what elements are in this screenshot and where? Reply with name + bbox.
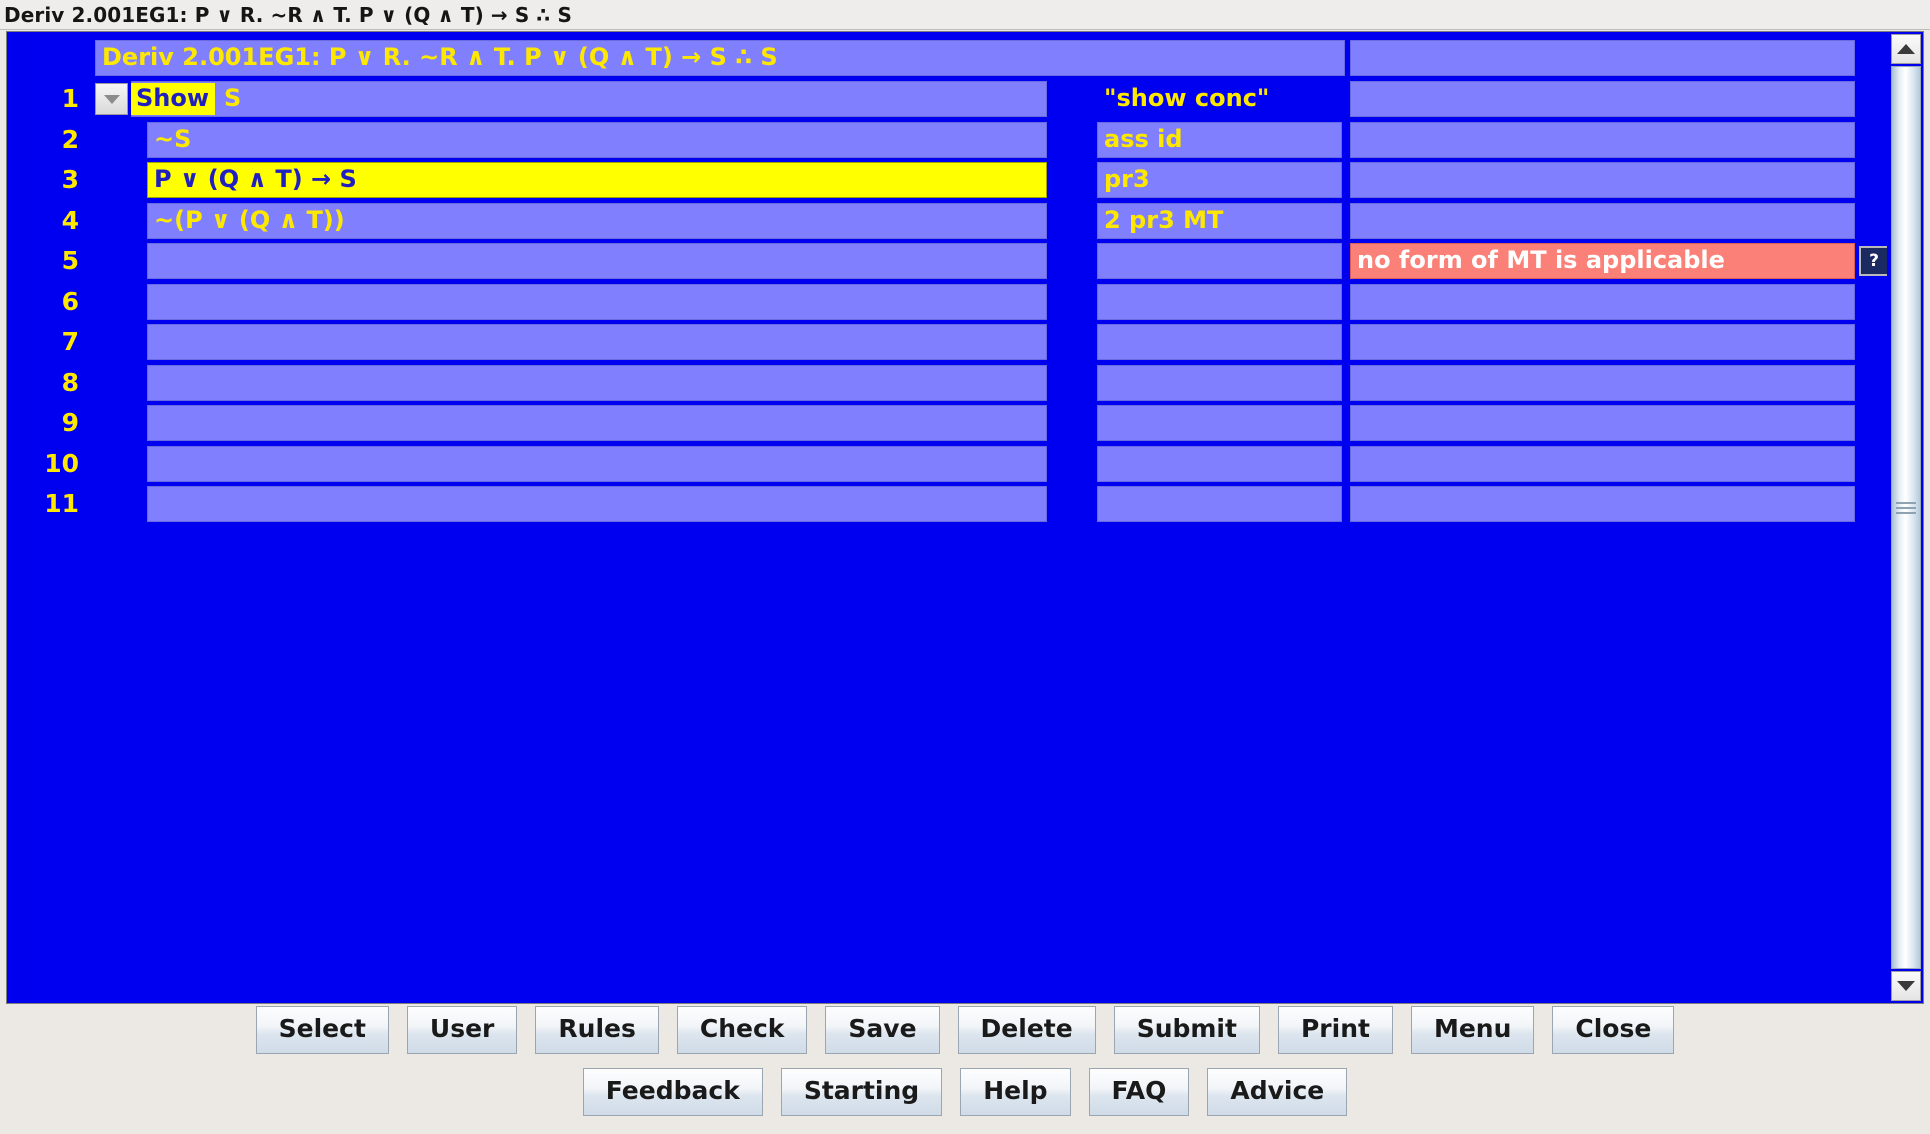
formula-field[interactable] bbox=[147, 486, 1047, 522]
formula-field[interactable]: ~(P ∨ (Q ∧ T)) bbox=[147, 202, 1047, 239]
proof-line-row: 1 S Show "show conc" bbox=[7, 81, 1887, 117]
delete-button[interactable]: Delete bbox=[957, 1006, 1096, 1054]
error-message: no form of MT is applicable bbox=[1350, 243, 1855, 279]
formula-field[interactable] bbox=[147, 445, 1047, 482]
justification-field[interactable] bbox=[1097, 243, 1342, 279]
justification-field[interactable] bbox=[1097, 364, 1342, 401]
triangle-up-icon bbox=[1897, 44, 1915, 54]
formula-field[interactable] bbox=[147, 243, 1047, 279]
proof-line-row: 4 ~(P ∨ (Q ∧ T)) 2 pr3 MT bbox=[7, 202, 1887, 239]
scroll-up-button[interactable] bbox=[1891, 34, 1921, 64]
chevron-down-icon bbox=[103, 94, 120, 104]
justification-field[interactable] bbox=[1097, 486, 1342, 522]
window-title: Deriv 2.001EG1: P ∨ R. ~R ∧ T. P ∨ (Q ∧ … bbox=[4, 2, 572, 27]
message-field[interactable] bbox=[1350, 81, 1855, 117]
line-number: 7 bbox=[61, 327, 79, 356]
secondary-toolbar: Feedback Starting Help FAQ Advice bbox=[0, 1068, 1930, 1116]
message-field[interactable] bbox=[1350, 486, 1855, 522]
close-button[interactable]: Close bbox=[1552, 1006, 1675, 1054]
triangle-down-icon bbox=[1897, 981, 1915, 991]
faq-button[interactable]: FAQ bbox=[1088, 1068, 1190, 1116]
menu-button[interactable]: Menu bbox=[1410, 1006, 1535, 1054]
message-field[interactable] bbox=[1350, 283, 1855, 320]
message-field[interactable] bbox=[1350, 364, 1855, 401]
rules-button[interactable]: Rules bbox=[535, 1006, 659, 1054]
justification-field[interactable]: pr3 bbox=[1097, 162, 1342, 198]
help-question-icon[interactable]: ? bbox=[1859, 246, 1887, 276]
proof-line-row: 3 P ∨ (Q ∧ T) → S pr3 bbox=[7, 162, 1887, 198]
line-number: 6 bbox=[61, 286, 79, 316]
justification-field[interactable]: "show conc" bbox=[1097, 81, 1342, 117]
vertical-scrollbar[interactable] bbox=[1887, 32, 1923, 1003]
save-button[interactable]: Save bbox=[825, 1006, 940, 1054]
feedback-button[interactable]: Feedback bbox=[582, 1068, 763, 1116]
formula-field[interactable] bbox=[147, 324, 1047, 360]
justification-field[interactable] bbox=[1097, 324, 1342, 360]
show-line-dropdown-button[interactable] bbox=[95, 83, 128, 115]
proof-line-row: 7 bbox=[7, 324, 1887, 360]
proof-line-row: 11 bbox=[7, 486, 1887, 522]
formula-field[interactable]: ~S bbox=[147, 121, 1047, 158]
justification-field[interactable] bbox=[1097, 445, 1342, 482]
formula-field[interactable]: P ∨ (Q ∧ T) → S bbox=[147, 162, 1047, 198]
line-number: 2 bbox=[61, 124, 79, 154]
check-button[interactable]: Check bbox=[676, 1006, 808, 1054]
message-field[interactable] bbox=[1350, 405, 1855, 441]
line-number: 3 bbox=[61, 165, 79, 194]
proof-line-row: 2 ~S ass id bbox=[7, 121, 1887, 158]
proof-line-row: 8 bbox=[7, 364, 1887, 401]
proof-line-row: 5 no form of MT is applicable? bbox=[7, 243, 1887, 279]
scrollbar-thumb[interactable] bbox=[1891, 66, 1921, 969]
line-number: 5 bbox=[61, 246, 79, 275]
line-number: 10 bbox=[44, 448, 79, 478]
proof-header-row: Deriv 2.001EG1: P ∨ R. ~R ∧ T. P ∨ (Q ∧ … bbox=[7, 40, 1887, 76]
proof-line-row: 10 bbox=[7, 445, 1887, 482]
line-number: 4 bbox=[61, 205, 79, 235]
message-field[interactable] bbox=[1350, 445, 1855, 482]
justification-field[interactable]: ass id bbox=[1097, 121, 1342, 158]
justification-field[interactable] bbox=[1097, 283, 1342, 320]
formula-field[interactable]: S bbox=[131, 81, 1047, 117]
proof-line-row: 9 bbox=[7, 405, 1887, 441]
starting-button[interactable]: Starting bbox=[780, 1068, 943, 1116]
proof-scroll-area: Deriv 2.001EG1: P ∨ R. ~R ∧ T. P ∨ (Q ∧ … bbox=[6, 31, 1924, 1004]
scroll-down-button[interactable] bbox=[1891, 971, 1921, 1001]
advice-button[interactable]: Advice bbox=[1207, 1068, 1348, 1116]
submit-button[interactable]: Submit bbox=[1113, 1006, 1260, 1054]
line-number: 9 bbox=[61, 408, 79, 437]
justification-field[interactable] bbox=[1097, 405, 1342, 441]
formula-field[interactable] bbox=[147, 405, 1047, 441]
proof-canvas: Deriv 2.001EG1: P ∨ R. ~R ∧ T. P ∨ (Q ∧ … bbox=[7, 32, 1887, 1003]
message-field[interactable] bbox=[1350, 324, 1855, 360]
formula-field[interactable] bbox=[147, 364, 1047, 401]
justification-field[interactable]: 2 pr3 MT bbox=[1097, 202, 1342, 239]
proof-line-row: 6 bbox=[7, 283, 1887, 320]
show-keyword: Show bbox=[131, 83, 216, 115]
proof-header-note[interactable] bbox=[1350, 40, 1855, 76]
help-button[interactable]: Help bbox=[960, 1068, 1071, 1116]
select-button[interactable]: Select bbox=[255, 1006, 389, 1054]
derivation-window: Deriv 2.001EG1: P ∨ R. ~R ∧ T. P ∨ (Q ∧ … bbox=[0, 0, 1930, 1134]
message-field[interactable] bbox=[1350, 121, 1855, 158]
line-number: 1 bbox=[61, 84, 79, 113]
window-titlebar: Deriv 2.001EG1: P ∨ R. ~R ∧ T. P ∨ (Q ∧ … bbox=[0, 0, 1930, 30]
message-field[interactable] bbox=[1350, 162, 1855, 198]
user-button[interactable]: User bbox=[406, 1006, 518, 1054]
primary-toolbar: Select User Rules Check Save Delete Submit Prin… bbox=[0, 1006, 1930, 1054]
line-number: 11 bbox=[44, 489, 79, 518]
grip-lines-icon bbox=[1896, 499, 1916, 514]
message-field[interactable] bbox=[1350, 202, 1855, 239]
proof-header-text: Deriv 2.001EG1: P ∨ R. ~R ∧ T. P ∨ (Q ∧ … bbox=[95, 40, 1345, 76]
formula-field[interactable] bbox=[147, 283, 1047, 320]
print-button[interactable]: Print bbox=[1277, 1006, 1393, 1054]
line-number: 8 bbox=[61, 367, 79, 397]
